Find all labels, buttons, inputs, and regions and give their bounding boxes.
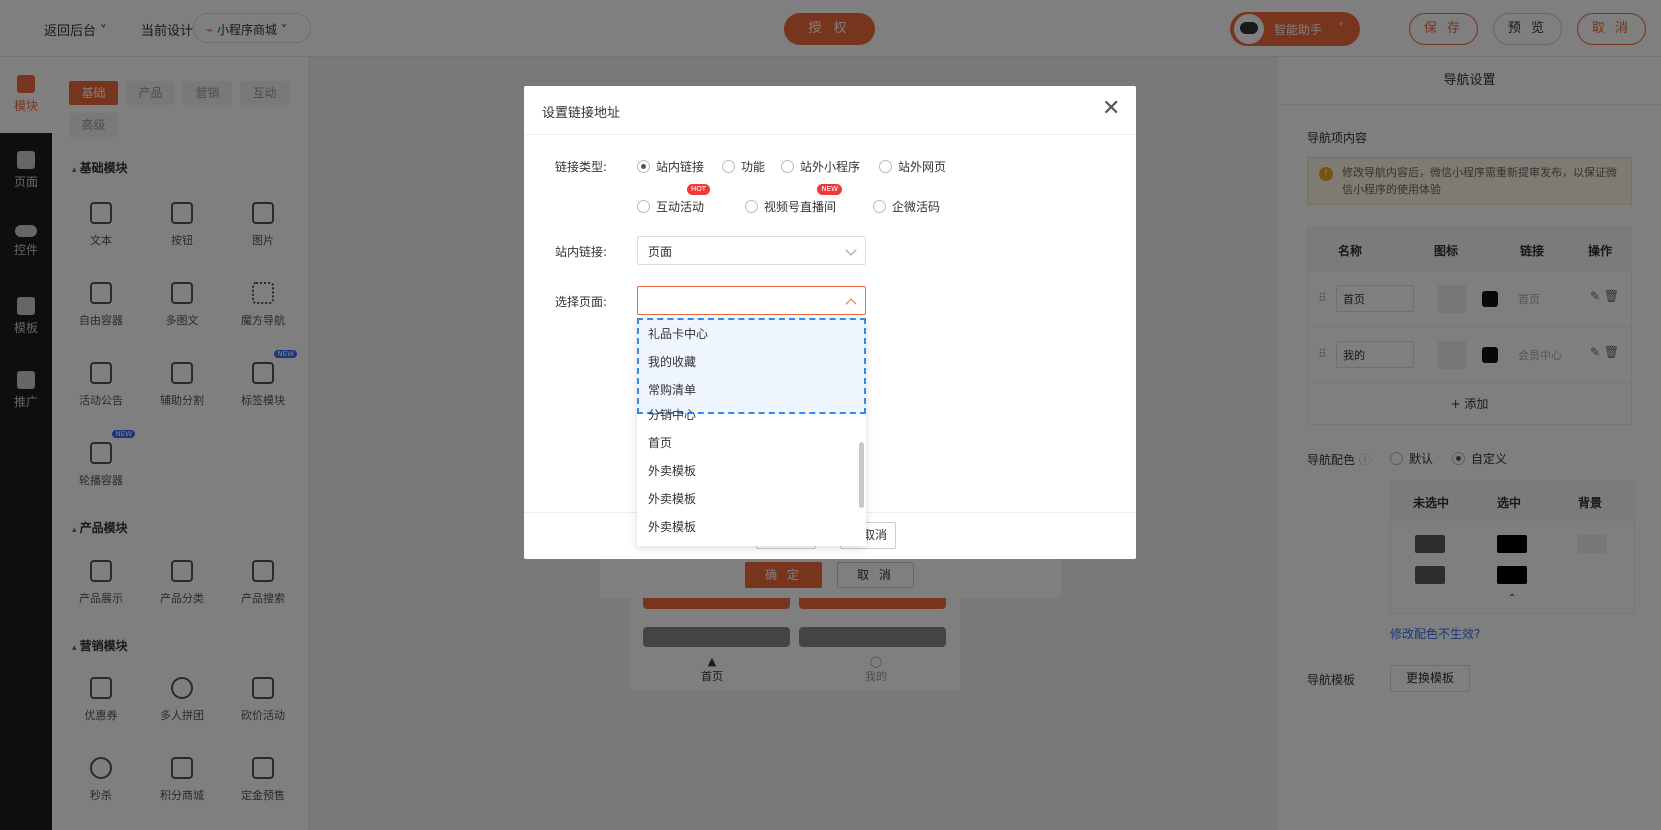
dialog-title: 设置链接地址: [524, 86, 1136, 135]
radio-icon: [722, 160, 735, 173]
dropdown-option[interactable]: 常购清单: [637, 375, 852, 403]
dropdown-option[interactable]: 礼品卡中心: [637, 319, 852, 347]
radio-icon: [873, 200, 886, 213]
radio-icon: [745, 200, 758, 213]
link-type-internal[interactable]: 站内链接: [637, 158, 704, 175]
internal-link-select[interactable]: 页面: [637, 236, 866, 265]
link-type-function[interactable]: 功能: [722, 158, 765, 175]
dropdown-option[interactable]: 分销中心: [637, 400, 852, 428]
radio-icon: [879, 160, 892, 173]
page-select[interactable]: [637, 286, 866, 315]
page-dropdown: 礼品卡中心 我的收藏 常购清单 分销中心 首页 外卖模板 外卖模板 外卖模板: [637, 318, 866, 546]
link-type-live[interactable]: 视频号直播间 NEW: [745, 184, 843, 215]
link-type-wecom-code[interactable]: 企微活码: [873, 198, 940, 215]
select-value: 页面: [648, 245, 673, 259]
chevron-up-icon: [845, 298, 857, 310]
hot-badge: HOT: [686, 184, 711, 195]
radio-icon: [781, 160, 794, 173]
dropdown-option[interactable]: 外卖模板: [637, 512, 852, 540]
radio-checked-icon: [637, 160, 650, 173]
link-type-label: 链接类型:: [555, 160, 608, 174]
link-type-external-web[interactable]: 站外网页: [879, 158, 946, 175]
radio-icon: [637, 200, 650, 213]
chevron-down-icon: [845, 244, 857, 256]
link-type-interactive[interactable]: 互动活动 HOT: [637, 184, 711, 215]
close-icon[interactable]: ✕: [1102, 96, 1120, 121]
dropdown-scrollbar[interactable]: [859, 442, 864, 508]
dropdown-option[interactable]: 我的收藏: [637, 347, 852, 375]
dropdown-option[interactable]: 首页: [637, 428, 852, 456]
new-badge: NEW: [817, 184, 843, 195]
dropdown-option[interactable]: 外卖模板: [637, 484, 852, 512]
dropdown-option[interactable]: 外卖模板: [637, 456, 852, 484]
link-type-external-miniprogram[interactable]: 站外小程序: [781, 158, 860, 175]
select-page-label: 选择页面:: [555, 295, 608, 309]
internal-link-label: 站内链接:: [555, 245, 608, 259]
